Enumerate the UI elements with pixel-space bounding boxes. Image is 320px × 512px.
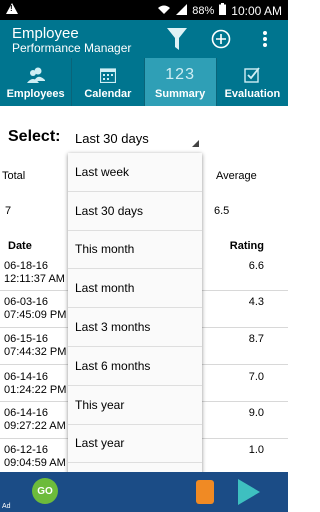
tab-label: Calendar — [84, 88, 132, 100]
select-label: Select: — [8, 128, 61, 145]
row-rating: 9.0 — [248, 407, 264, 419]
row-time: 12:11:37 AM — [4, 273, 65, 285]
dropdown-option[interactable]: Last 6 months — [68, 347, 202, 386]
dropdown-option[interactable]: This month — [68, 231, 202, 270]
row-rating: 8.7 — [248, 333, 264, 345]
row-time: 01:24:22 PM — [4, 384, 67, 396]
download-icon — [196, 480, 214, 504]
dropdown-option[interactable]: Last week — [68, 153, 202, 192]
row-date: 06-12-16 — [4, 444, 49, 456]
row-date: 06-18-16 — [4, 260, 49, 272]
row-time: 09:27:22 AM — [4, 420, 66, 432]
row-time: 07:45:09 PM — [4, 309, 67, 321]
tab-calendar[interactable]: Calendar — [72, 58, 145, 106]
total-value: 7 — [5, 205, 12, 217]
numbers-icon: 123 — [165, 66, 195, 83]
tab-evaluation[interactable]: Evaluation — [217, 58, 288, 106]
tab-bar: Employees Calendar 123 Summary Evaluatio… — [0, 58, 288, 106]
status-bar: ! 88% 10:00 AM — [0, 0, 288, 20]
ad-label: Ad — [0, 503, 13, 510]
battery-icon — [219, 3, 227, 18]
average-value: 6.5 — [214, 205, 230, 217]
row-date: 06-03-16 — [4, 296, 49, 308]
dropdown-option[interactable]: Last 30 days — [68, 192, 202, 231]
dropdown-option[interactable]: Last month — [68, 269, 202, 309]
app-subtitle: Performance Manager — [12, 41, 132, 55]
row-date: 06-14-16 — [4, 371, 49, 383]
period-select[interactable]: Last 30 days — [75, 131, 149, 146]
date-column-header: Date — [8, 240, 32, 252]
row-time: 07:44:32 PM — [4, 346, 67, 358]
dropdown-option[interactable]: This year — [68, 386, 202, 425]
dropdown-arrow-icon[interactable] — [192, 140, 199, 147]
add-circle-icon[interactable] — [209, 27, 233, 51]
row-date: 06-15-16 — [4, 333, 49, 345]
filter-icon[interactable] — [165, 27, 189, 51]
calendar-icon — [99, 64, 116, 86]
wifi-icon — [157, 4, 171, 18]
row-rating: 1.0 — [248, 444, 264, 456]
dropdown-option[interactable]: Last year — [68, 425, 202, 464]
more-vert-icon[interactable] — [253, 27, 277, 51]
row-date: 06-14-16 — [4, 407, 49, 419]
dropdown-option[interactable]: Last 3 months — [68, 308, 202, 347]
total-label: Total — [2, 170, 26, 182]
app-title: Employee — [12, 25, 79, 42]
warning-icon: ! — [6, 3, 18, 14]
signal-icon — [176, 3, 188, 18]
average-label: Average — [216, 170, 257, 182]
row-rating: 4.3 — [248, 296, 264, 308]
play-icon — [238, 479, 260, 505]
row-time: 09:04:59 AM — [4, 457, 66, 469]
ad-banner[interactable]: GO Ad — [0, 472, 288, 512]
tab-summary[interactable]: 123 Summary — [144, 58, 217, 106]
tab-label: Evaluation — [224, 88, 281, 100]
row-rating: 7.0 — [248, 371, 264, 383]
tab-label: Summary — [155, 88, 206, 100]
app-bar: Employee Performance Manager — [0, 20, 288, 58]
row-rating: 6.6 — [248, 260, 264, 272]
tab-employees[interactable]: Employees — [0, 58, 73, 106]
period-dropdown-menu: Last week Last 30 days This month Last m… — [68, 153, 202, 502]
rating-column-header: Rating — [229, 240, 264, 252]
people-icon — [26, 64, 45, 86]
checkbox-icon — [244, 64, 261, 86]
tab-label: Employees — [6, 88, 65, 100]
clock: 10:00 AM — [231, 3, 282, 18]
ad-go-badge: GO — [32, 478, 58, 504]
battery-percent: 88% — [192, 4, 215, 17]
